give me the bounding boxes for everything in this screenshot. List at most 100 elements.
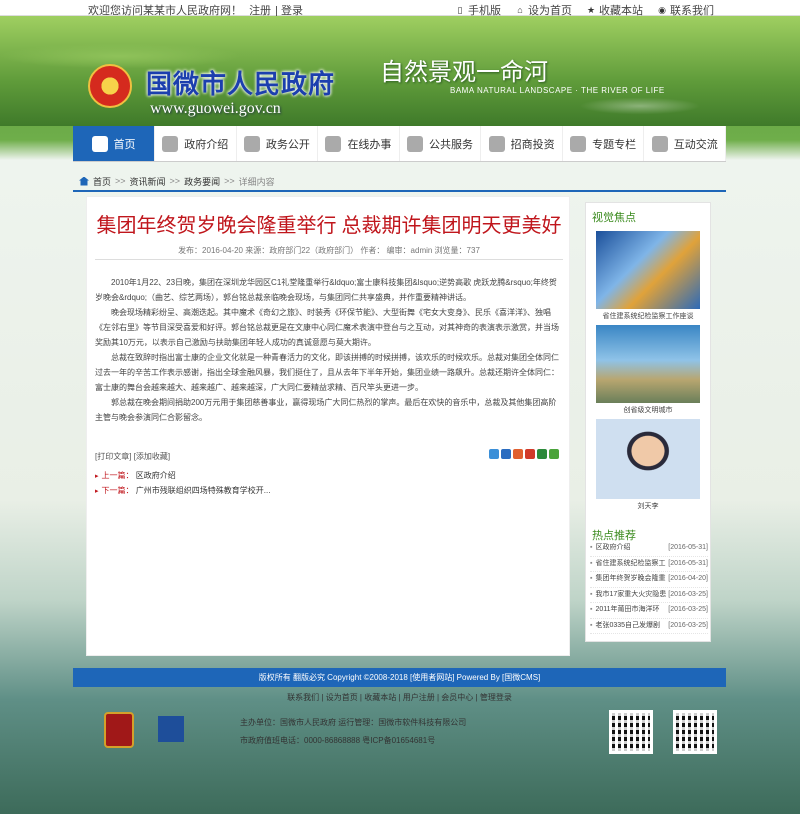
hot-item[interactable]: ▪ 2011年莆田市海洋环 [2016-03-25]	[590, 603, 708, 619]
nav-investment-label: 招商投资	[510, 138, 555, 151]
hot-item-title: 2011年莆田市海洋环	[595, 606, 660, 613]
hot-item[interactable]: ▪ 老张0335自己发爆剧 [2016-03-25]	[590, 619, 708, 634]
focus-photo-city	[596, 325, 700, 403]
hot-item[interactable]: ▪ 我市17家重大火灾隐患 [2016-03-25]	[590, 588, 708, 603]
breadcrumb-news[interactable]: 资讯新闻	[130, 175, 166, 188]
hot-list: ▪ 区政府介绍 [2016-05-31] ▪ 省住建系统纪检监察工 [2016-05-3…	[590, 541, 708, 634]
breadcrumb: 首页 >> 资讯新闻 >> 政务要闻 >> 详细内容	[73, 172, 726, 190]
prev-article: ▸ 上一篇： 区政府介绍	[95, 469, 270, 484]
star-icon: ★	[586, 5, 596, 15]
prev-next-nav: ▸ 上一篇： 区政府介绍 ▸ 下一篇： 广州市残联组织四场特殊教育学校开...	[95, 469, 270, 499]
print-article-link[interactable]: [打印文章]	[95, 452, 131, 461]
breadcrumb-divider	[73, 190, 726, 192]
nav-public-service[interactable]: 公共服务	[400, 126, 482, 161]
main-nav: 首页 政府介绍 政务公开 在线办事 公共服务 招商投资 专题专栏 互动交流	[73, 126, 727, 162]
focus-item[interactable]: 创省级文明城市	[596, 325, 700, 415]
share-plus-icon[interactable]	[489, 449, 499, 459]
footer-link-register[interactable]: 用户注册	[403, 693, 435, 702]
nav-gov-intro[interactable]: 政府介绍	[155, 126, 237, 161]
breadcrumb-separator: >>	[115, 176, 126, 186]
hot-item-date: [2016-03-25]	[668, 621, 708, 629]
arrow-icon: ▸	[95, 473, 99, 480]
focus-photo-portrait	[596, 419, 700, 499]
article-divider	[95, 259, 563, 260]
hot-item-date: [2016-05-31]	[668, 544, 708, 551]
focus-heading: 视觉焦点	[592, 212, 636, 224]
article-paragraph: 总裁在致辞时指出富士康的企业文化就是一种青春活力的文化，即该拼搏的时候拼搏，该欢…	[95, 353, 559, 392]
nav-investment[interactable]: 招商投资	[481, 126, 563, 161]
share-renren-icon[interactable]	[525, 449, 535, 459]
nav-gov-affairs-label: 政务公开	[265, 138, 310, 151]
share-qzone-icon[interactable]	[501, 449, 511, 459]
next-label: 下一篇：	[101, 486, 134, 495]
next-article-link[interactable]: 广州市残联组织四场特殊教育学校开...	[136, 486, 271, 495]
footer-links: 联系我们 | 设为首页 | 收藏本站 | 用户注册 | 会员中心 | 管理登录	[287, 693, 512, 702]
home-icon	[91, 135, 108, 152]
nav-public-service-label: 公共服务	[429, 138, 474, 151]
focus-caption: 刘天李	[637, 503, 659, 510]
hot-item[interactable]: ▪ 省住建系统纪检监察工 [2016-05-31]	[590, 557, 708, 572]
sidebar: 视觉焦点 省住建系统纪检监察工作座谈 创省级文明城市 刘天李 热点推荐 ▪ 区政府…	[585, 202, 711, 642]
location-icon: ◉	[658, 5, 666, 15]
home-icon: ⌂	[517, 5, 523, 15]
share-bar	[489, 449, 559, 459]
footer-link-admin[interactable]: 管理登录	[480, 693, 512, 702]
focus-caption: 创省级文明城市	[623, 407, 673, 414]
hot-item-title: 集团年终贺岁晚会隆重	[595, 575, 666, 582]
footer-link-member[interactable]: 会员中心	[441, 693, 473, 702]
article-paragraph: 2010年1月22、23日晚，集团在深圳龙华园区C1礼堂隆重举行&ldquo;富…	[95, 278, 557, 302]
share-weibo-icon[interactable]	[513, 449, 523, 459]
document-icon	[243, 135, 260, 152]
banner-slogan-en: BAMA NATURAL LANDSCAPE · THE RIVER OF LI…	[450, 86, 665, 95]
arrow-icon: ▸	[95, 488, 99, 495]
mobile-icon: ▯	[457, 5, 463, 15]
article-body: 2010年1月22、23日晚，集团在深圳龙华园区C1礼堂隆重举行&ldquo;富…	[95, 275, 561, 425]
prev-label: 上一篇：	[101, 471, 134, 480]
chat-icon	[325, 135, 342, 152]
next-article: ▸ 下一篇： 广州市残联组织四场特殊教育学校开...	[95, 484, 270, 499]
footer-link-bookmark[interactable]: 收藏本站	[364, 693, 396, 702]
hot-item-title: 我市17家重大火灾隐患	[595, 590, 667, 598]
hot-item[interactable]: ▪ 集团年终贺岁晚会隆重 [2016-04-20]	[590, 572, 708, 588]
focus-item[interactable]: 刘天李	[596, 419, 700, 511]
article-panel: 集团年终贺岁晚会隆重举行 总裁期许集团明天更美好 发布：2016-04-20 来…	[86, 196, 570, 656]
national-emblem	[88, 64, 132, 108]
article-paragraph: 郭总裁在晚会期间捐助200万元用于集团慈善事业，赢得现场广大同仁热烈的掌声。最后…	[95, 398, 557, 422]
top-bar: 欢迎您访问某某市人民政府网！ 注册 | 登录 ▯ 手机版 ⌂ 设为首页 ★ 收藏本站 ◉…	[0, 0, 800, 17]
nav-interaction-label: 互动交流	[673, 138, 718, 151]
gov-site-badge[interactable]	[158, 716, 218, 746]
hot-item-date: [2016-03-25]	[668, 606, 708, 613]
breadcrumb-gov-news[interactable]: 政务要闻	[184, 175, 220, 188]
hot-item-title: 省住建系统纪检监察工	[595, 559, 666, 567]
article-paragraph: 晚会现场精彩纷呈、高潮迭起。其中魔术《奇幻之旅》、时装秀《环保节能》、大型街舞《…	[95, 308, 559, 347]
footer-link-homepage[interactable]: 设为首页	[326, 693, 358, 702]
hot-item-title: 老张0335自己发爆剧	[595, 621, 661, 629]
prev-article-link[interactable]: 区政府介绍	[136, 471, 176, 480]
globe-icon	[488, 135, 505, 152]
qr-code-icon	[673, 710, 717, 754]
article-meta: 发布：2016-04-20 来源：政府部门22（政府部门） 作者： 编审：adm…	[178, 246, 480, 255]
banner-slogan: 自然景观一命河	[380, 60, 548, 86]
footer-link-contact[interactable]: 联系我们	[287, 693, 319, 702]
nav-interaction[interactable]: 互动交流	[644, 126, 727, 161]
breadcrumb-home[interactable]: 首页	[93, 175, 111, 188]
share-wechat-icon[interactable]	[549, 449, 559, 459]
nav-special-topics[interactable]: 专题专栏	[563, 126, 645, 161]
chart-icon	[407, 135, 424, 152]
nav-online-service-label: 在线办事	[347, 138, 392, 151]
people-icon	[651, 135, 668, 152]
focus-item[interactable]: 省住建系统纪检监察工作座谈	[596, 231, 700, 321]
hot-item[interactable]: ▪ 区政府介绍 [2016-05-31]	[590, 541, 708, 557]
add-favorite-link[interactable]: [添加收藏]	[134, 452, 170, 461]
focus-photo-crowd	[596, 231, 700, 309]
footer-copyright: 版权所有 翻版必究 Copyright ©2008-2018 [使用者网站] P…	[73, 668, 726, 687]
nav-home[interactable]: 首页	[73, 126, 155, 161]
police-badge-icon[interactable]	[104, 712, 134, 748]
hot-item-title: 区政府介绍	[595, 544, 631, 551]
site-title[interactable]: 国微市人民政府	[146, 64, 335, 101]
nav-gov-affairs[interactable]: 政务公开	[237, 126, 319, 161]
footer-host: 主办单位：国微市人民政府 运行管理：国微市软件科技有限公司	[240, 718, 467, 727]
nav-online-service[interactable]: 在线办事	[318, 126, 400, 161]
share-tencent-icon[interactable]	[537, 449, 547, 459]
header-banner: 国微市人民政府 www.guowei.gov.cn 自然景观一命河 BAMA N…	[0, 16, 800, 126]
